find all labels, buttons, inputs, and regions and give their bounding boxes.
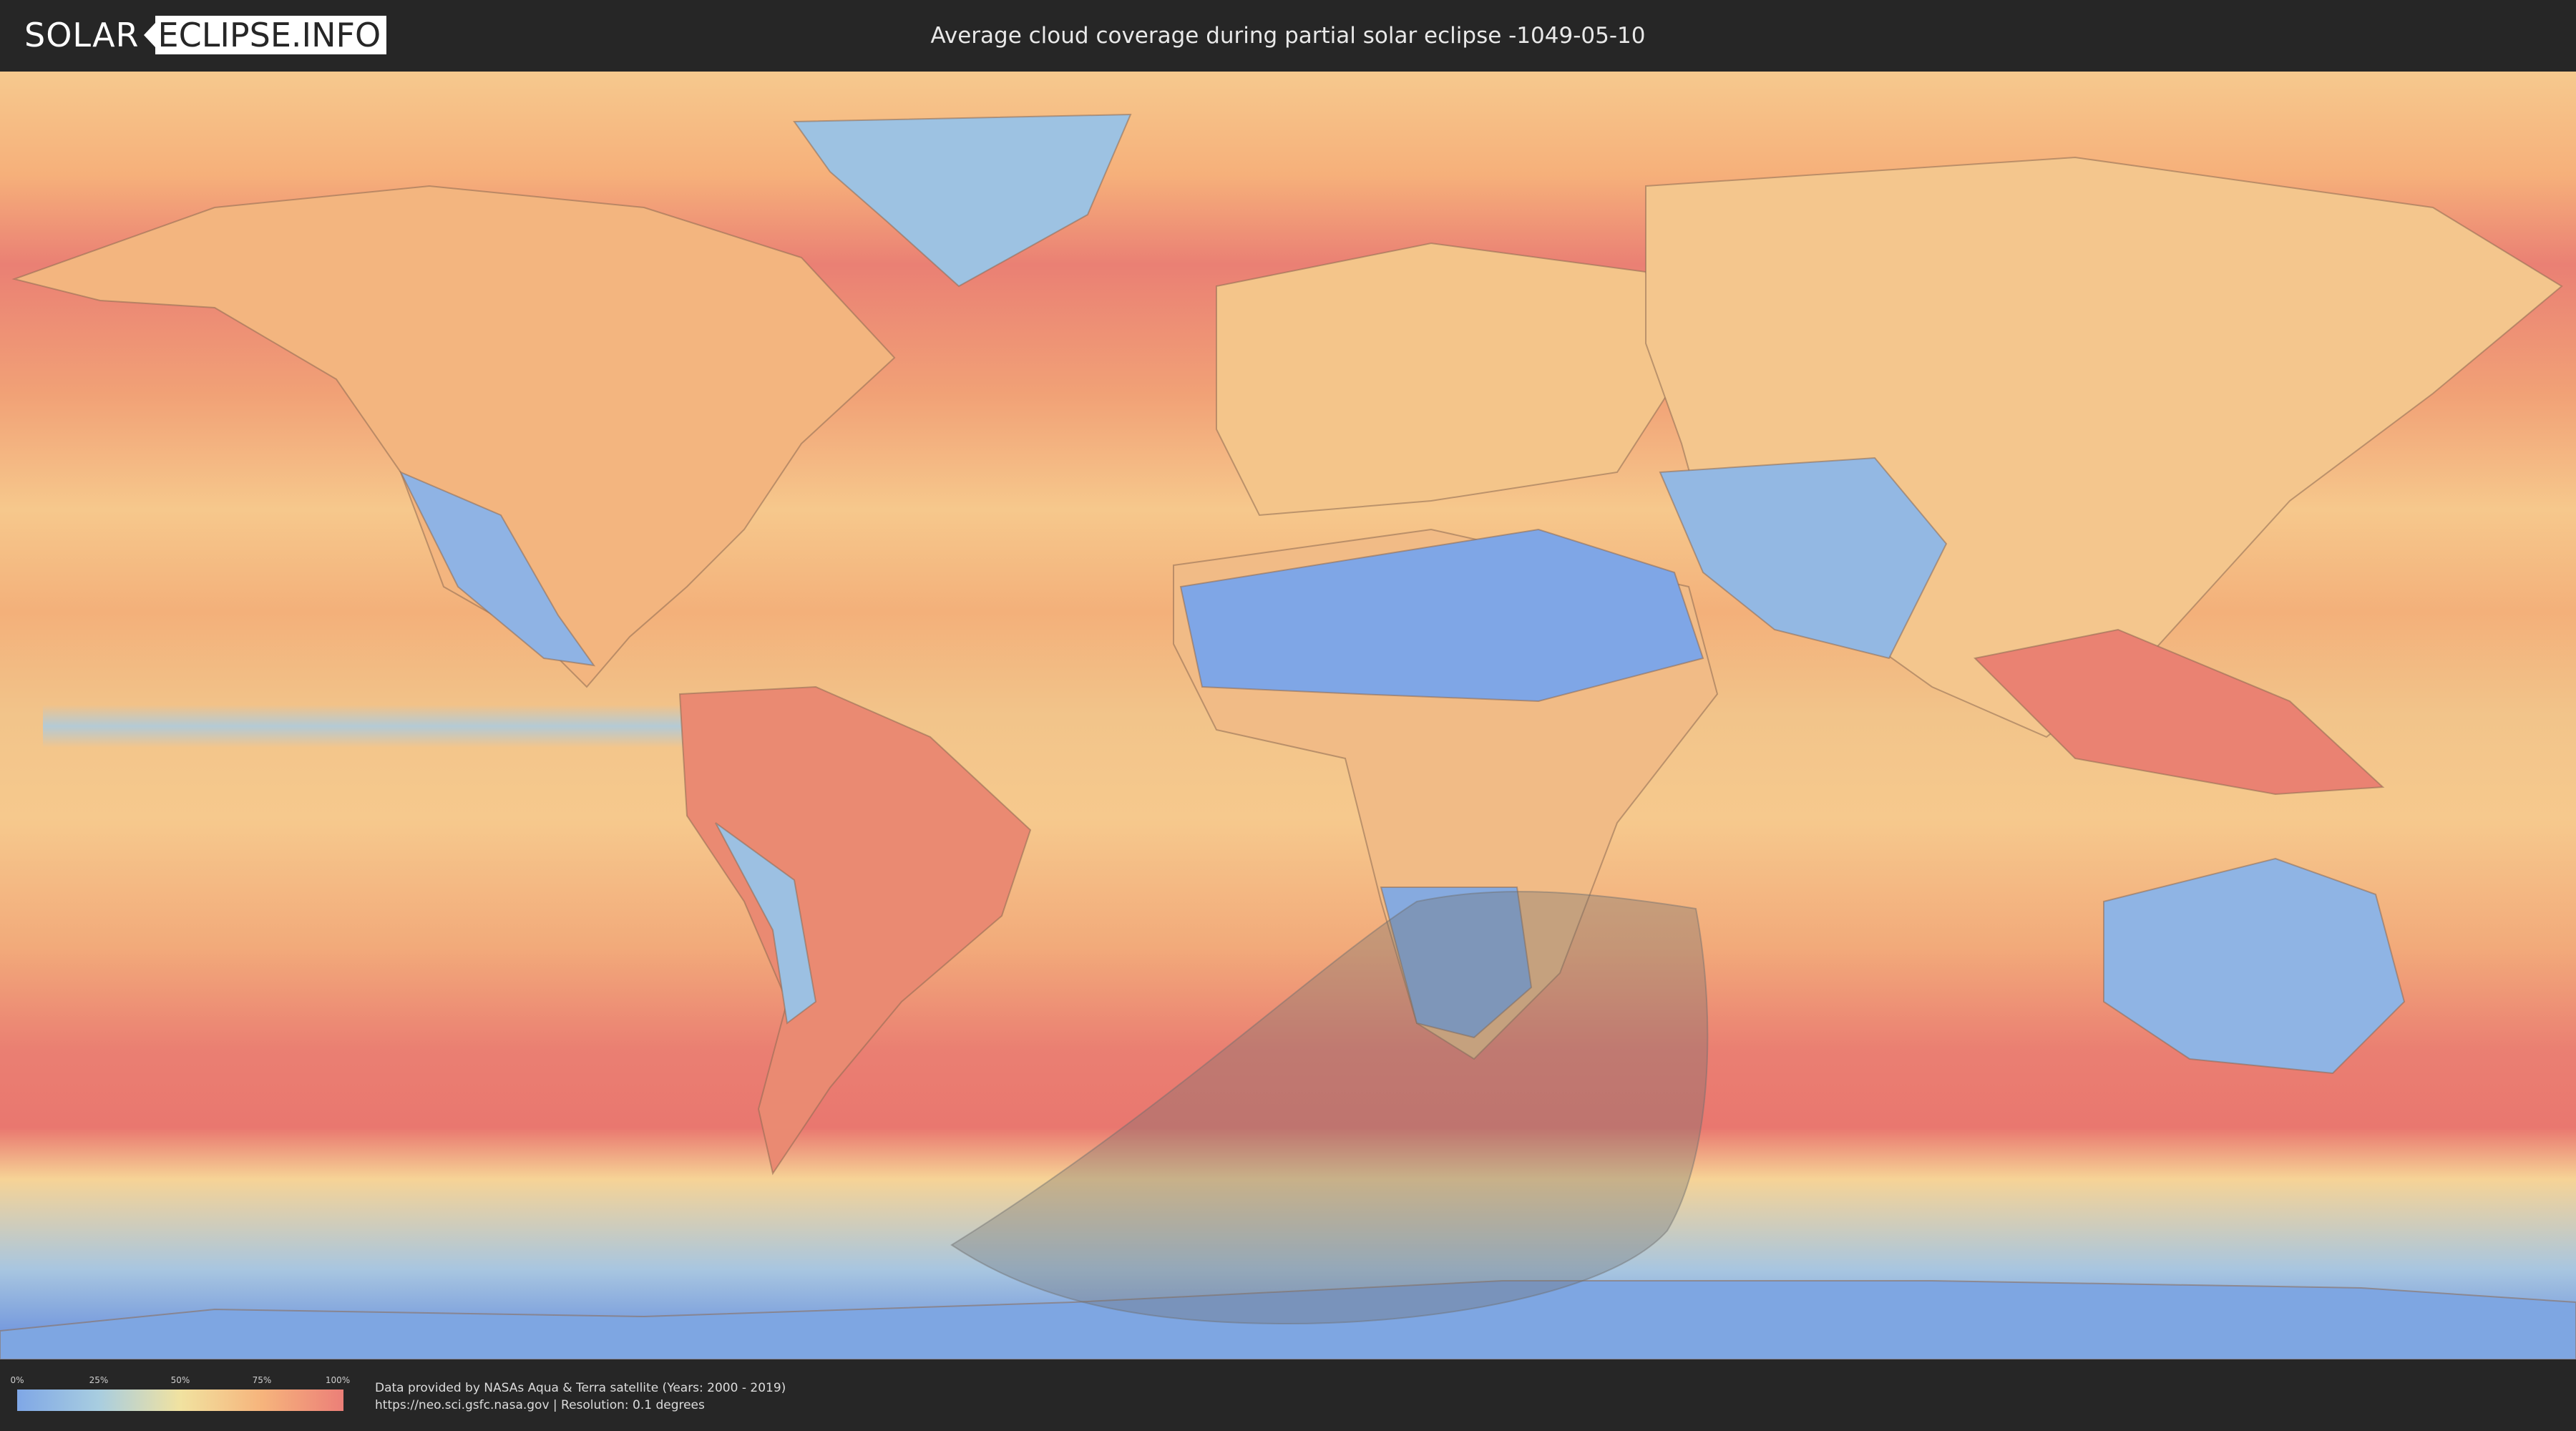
top-bar: SOLAR ECLIPSE.INFO Average cloud coverag… [0,0,2576,72]
credits-line-1: Data provided by NASAs Aqua & Terra sate… [375,1381,786,1395]
legend-ticks: 0% 25% 50% 75% 100% [10,1375,350,1387]
world-map-svg [0,72,2576,1359]
legend-tick-100: 100% [325,1375,351,1385]
data-credits: Data provided by NASAs Aqua & Terra sate… [375,1379,786,1414]
cloud-coverage-legend: 0% 25% 50% 75% 100% [10,1375,350,1411]
cloud-coverage-map[interactable] [0,72,2576,1359]
legend-tick-50: 50% [170,1375,190,1385]
legend-tick-0: 0% [10,1375,24,1385]
legend-tick-75: 75% [252,1375,272,1385]
page-title: Average cloud coverage during partial so… [930,23,1646,49]
legend-color-bar [17,1390,343,1411]
credits-line-2[interactable]: https://neo.sci.gsfc.nasa.gov | Resoluti… [375,1397,786,1414]
legend-tick-25: 25% [89,1375,109,1385]
